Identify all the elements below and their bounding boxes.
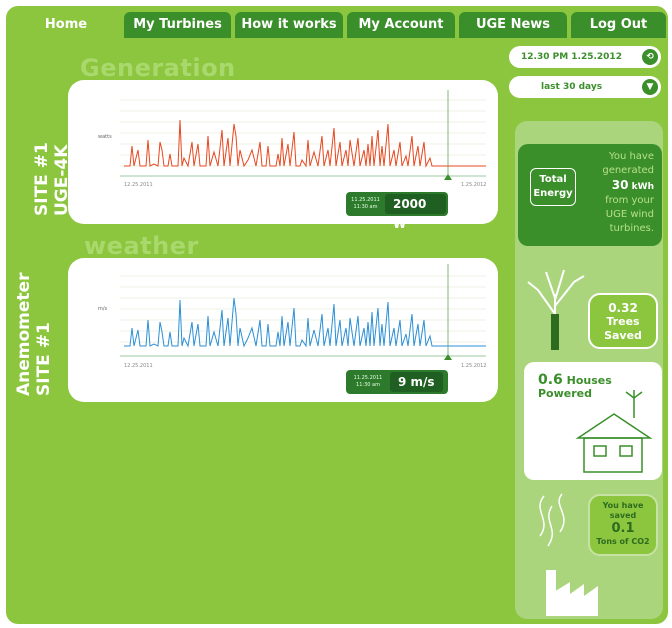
weather-series-line	[124, 297, 486, 348]
total-energy-button[interactable]: Total Energy	[530, 168, 576, 206]
generation-readout-value: 2000 W	[384, 194, 446, 231]
tree-icon	[527, 269, 585, 350]
house-icon	[575, 390, 653, 473]
datetime-pill: 12.30 PM 1.25.2012 ⟲	[509, 46, 661, 68]
co2-saved-bubble: You have saved 0.1 Tons of CO2	[588, 494, 658, 556]
generation-x-start: 12.25.2011	[124, 182, 153, 188]
weather-readout: 11.25.2011 11:30 am 9 m/s	[346, 370, 448, 394]
trees-saved-bubble: 0.32 Trees Saved	[588, 293, 658, 349]
tab-how-it-works[interactable]: How it works	[235, 12, 343, 38]
chevron-down-icon[interactable]: ▼	[642, 79, 658, 95]
weather-site-label: Anemometer SITE #1	[14, 272, 54, 396]
weather-y-unit: m/s	[98, 306, 108, 312]
refresh-icon[interactable]: ⟲	[642, 49, 658, 65]
generation-series-line	[124, 119, 486, 168]
generation-heading: Generation	[80, 54, 236, 82]
date-range-select[interactable]: last 30 days ▼	[509, 76, 661, 98]
tab-uge-news[interactable]: UGE News	[459, 12, 567, 38]
generation-x-end: 1.25.2012	[461, 182, 486, 188]
generation-chart-panel: watts 12.25.2011 1.25.2012 11.25.2011 11…	[68, 80, 498, 231]
generation-site-label: SITE #1 UGE-4K	[32, 142, 72, 216]
generation-readout: 11.25.2011 11:30 am 2000 W	[346, 192, 448, 231]
tab-my-turbines[interactable]: My Turbines	[124, 12, 231, 38]
tab-log-out[interactable]: Log Out	[571, 12, 666, 38]
total-energy-card: Total Energy You have generated 30 kWh f…	[518, 144, 662, 246]
houses-powered-card: 0.6 Houses Powered	[524, 362, 662, 480]
weather-x-end: 1.25.2012	[461, 363, 486, 369]
dashboard-app: Home My Turbines How it works My Account…	[6, 6, 668, 624]
tab-home[interactable]: Home	[12, 12, 120, 38]
generation-y-unit: watts	[98, 134, 112, 140]
nav-tabs: Home My Turbines How it works My Account…	[12, 12, 666, 38]
weather-heading: weather	[84, 232, 199, 260]
weather-chart-panel: m/s 12.25.2011 1.25.2012 11.25.2011 11:3…	[68, 258, 498, 402]
generated-text: You have generated 30 kWh from your UGE …	[602, 151, 654, 234]
tab-my-account[interactable]: My Account	[347, 12, 455, 38]
weather-readout-value: 9 m/s	[390, 372, 443, 392]
weather-x-start: 12.25.2011	[124, 363, 153, 369]
